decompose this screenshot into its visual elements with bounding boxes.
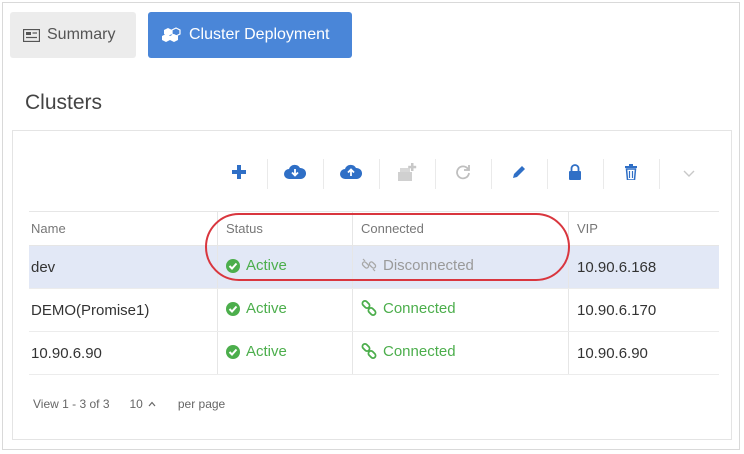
connection-text: Connected: [383, 299, 456, 317]
column-header-name[interactable]: Name: [29, 211, 218, 246]
add-node-icon: [396, 162, 418, 187]
cell-vip: 10.90.6.90: [568, 331, 719, 375]
pagination-footer: View 1 - 3 of 3 10 per page: [33, 397, 225, 411]
pencil-icon: [511, 164, 527, 185]
table-header-row: Name Status Connected VIP: [29, 211, 719, 246]
plus-icon: [231, 164, 247, 185]
clusters-panel: Name Status Connected VIP dev Active Dis…: [12, 130, 732, 440]
refresh-icon: [455, 164, 471, 185]
broken-link-icon: [361, 257, 377, 273]
page-size-select[interactable]: 10: [130, 397, 156, 411]
tab-summary[interactable]: Summary: [10, 12, 136, 58]
connection-text: Disconnected: [383, 256, 474, 274]
toolbar: [13, 131, 731, 209]
view-count-text: View 1 - 3 of 3: [33, 397, 110, 411]
cell-name: DEMO(Promise1): [29, 288, 218, 332]
cell-name: dev: [29, 245, 218, 289]
lock-icon: [568, 163, 582, 185]
delete-button[interactable]: [613, 157, 649, 191]
chevron-down-icon: [683, 165, 695, 183]
cubes-icon: [162, 27, 182, 43]
column-header-connected[interactable]: Connected: [352, 211, 569, 246]
page-size-value: 10: [129, 397, 143, 411]
status-text: Active: [246, 300, 287, 318]
summary-icon: [23, 28, 40, 42]
table-row[interactable]: 10.90.6.90 Active Connected 10.90.6.90: [29, 331, 719, 375]
edit-button[interactable]: [501, 157, 537, 191]
check-circle-icon: [226, 344, 240, 359]
cell-connected: Disconnected: [352, 245, 569, 289]
cell-connected: Connected: [352, 288, 569, 332]
table-row[interactable]: DEMO(Promise1) Active Connected 10.90.6.…: [29, 288, 719, 332]
check-circle-icon: [226, 258, 240, 273]
cell-status: Active: [217, 288, 353, 332]
check-circle-icon: [226, 301, 240, 316]
link-icon: [361, 343, 377, 360]
upload-button[interactable]: [333, 157, 369, 191]
cell-connected: Connected: [352, 331, 569, 375]
status-text: Active: [246, 343, 287, 361]
lock-button[interactable]: [557, 157, 593, 191]
cloud-download-icon: [284, 164, 307, 185]
status-text: Active: [246, 257, 287, 275]
page-title: Clusters: [25, 91, 103, 114]
cell-status: Active: [217, 245, 353, 289]
more-button[interactable]: [671, 157, 707, 191]
caret-up-icon: [148, 401, 156, 407]
add-node-button[interactable]: [389, 157, 425, 191]
cell-vip: 10.90.6.168: [568, 245, 719, 289]
column-header-status[interactable]: Status: [217, 211, 353, 246]
cell-status: Active: [217, 331, 353, 375]
import-button[interactable]: [277, 157, 313, 191]
refresh-button[interactable]: [445, 157, 481, 191]
connection-text: Connected: [383, 342, 456, 360]
cloud-upload-icon: [340, 164, 363, 185]
link-icon: [361, 300, 377, 317]
cell-vip: 10.90.6.170: [568, 288, 719, 332]
tab-cluster-deployment[interactable]: Cluster Deployment: [148, 12, 352, 58]
add-button[interactable]: [221, 157, 257, 191]
tab-summary-label: Summary: [47, 26, 116, 43]
table-row[interactable]: dev Active Disconnected 10.90.6.168: [29, 245, 719, 289]
clusters-table: Name Status Connected VIP dev Active Dis…: [29, 211, 719, 375]
tab-cluster-deployment-label: Cluster Deployment: [189, 26, 330, 43]
cell-name: 10.90.6.90: [29, 331, 218, 375]
trash-icon: [624, 163, 638, 185]
per-page-label: per page: [177, 397, 226, 411]
column-header-vip[interactable]: VIP: [568, 211, 719, 246]
